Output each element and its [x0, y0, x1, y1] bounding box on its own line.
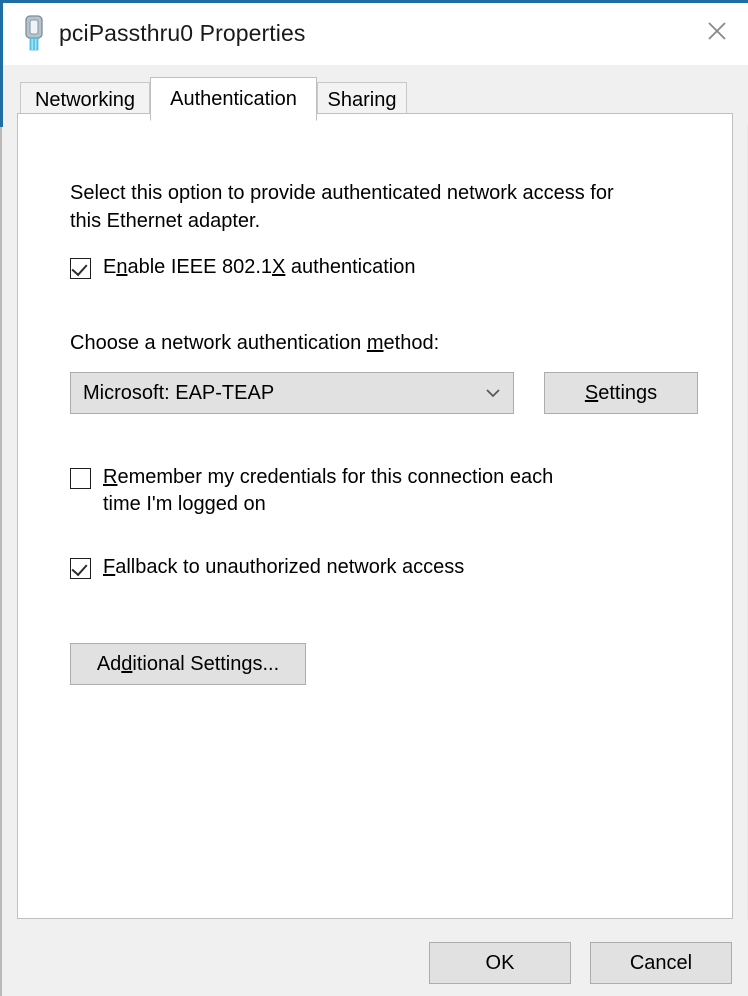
fallback-label: Fallback to unauthorized network access — [103, 554, 464, 581]
title-bar: pciPassthru0 Properties — [3, 3, 748, 65]
fallback-label-text: allback to unauthorized network access — [115, 556, 465, 578]
settings-button-accel: S — [584, 381, 599, 404]
auth-method-dropdown[interactable]: Microsoft: EAP-TEAP — [70, 372, 514, 414]
additional-settings-pre: Ad — [96, 652, 122, 675]
settings-button[interactable]: Settings — [544, 372, 698, 414]
enable-8021x-accel: n — [116, 256, 128, 278]
remember-credentials-checkbox-row[interactable]: Remember my credentials for this connect… — [70, 464, 630, 518]
enable-8021x-label-tail: authentication — [285, 256, 416, 278]
remember-credentials-label: Remember my credentials for this connect… — [103, 464, 553, 518]
fallback-checkbox[interactable] — [70, 558, 91, 579]
method-label: Choose a network authentication method: — [70, 332, 439, 355]
ok-button[interactable]: OK — [429, 942, 571, 984]
close-icon — [705, 19, 729, 43]
remember-credentials-accel: R — [103, 466, 118, 488]
tab-networking-label: Networking — [34, 88, 136, 111]
remember-credentials-checkbox[interactable] — [70, 468, 91, 489]
ok-button-label: OK — [485, 951, 515, 974]
tab-authentication[interactable]: Authentication — [150, 77, 317, 121]
close-button[interactable] — [686, 3, 748, 58]
auth-method-value: Microsoft: EAP-TEAP — [83, 381, 275, 404]
cancel-button-label: Cancel — [629, 951, 693, 974]
properties-dialog: pciPassthru0 Properties Networking Authe… — [0, 0, 748, 996]
enable-8021x-accel-2: X — [272, 256, 286, 278]
tab-authentication-label: Authentication — [170, 87, 297, 110]
intro-line-1: Select this option to provide authentica… — [70, 182, 614, 204]
enable-8021x-checkbox-row[interactable]: Enable IEEE 802.1X authentication — [70, 254, 415, 281]
additional-settings-button[interactable]: Ad d itional Settings... — [70, 643, 306, 685]
additional-settings-post: itional Settings... — [132, 652, 280, 675]
enable-8021x-label: Enable IEEE 802.1X authentication — [103, 254, 415, 281]
network-adapter-icon — [20, 14, 48, 54]
intro-text: Select this option to provide authentica… — [70, 179, 670, 235]
settings-button-label: ettings — [598, 381, 658, 404]
window-title: pciPassthru0 Properties — [59, 20, 306, 46]
remember-credentials-line-1: emember my credentials for this connecti… — [117, 466, 554, 488]
enable-8021x-label-pre: E — [103, 256, 117, 278]
fallback-accel: F — [103, 556, 116, 578]
enable-8021x-checkbox[interactable] — [70, 258, 91, 279]
chevron-down-icon — [473, 386, 513, 400]
tab-sharing-label: Sharing — [327, 88, 397, 111]
fallback-checkbox-row[interactable]: Fallback to unauthorized network access — [70, 554, 464, 581]
remember-credentials-line-2: time I'm logged on — [103, 493, 266, 515]
method-label-post: ethod: — [383, 332, 440, 354]
cancel-button[interactable]: Cancel — [590, 942, 732, 984]
authentication-tab-panel: Select this option to provide authentica… — [17, 113, 733, 919]
intro-line-2: this Ethernet adapter. — [70, 210, 261, 232]
enable-8021x-label-post: able IEEE 802.1 — [127, 256, 273, 278]
method-label-pre: Choose a network authentication — [70, 332, 367, 354]
dialog-footer: OK Cancel — [3, 920, 748, 996]
window-left-border — [0, 127, 2, 996]
additional-settings-accel: d — [121, 652, 133, 675]
method-label-accel: m — [366, 332, 384, 354]
